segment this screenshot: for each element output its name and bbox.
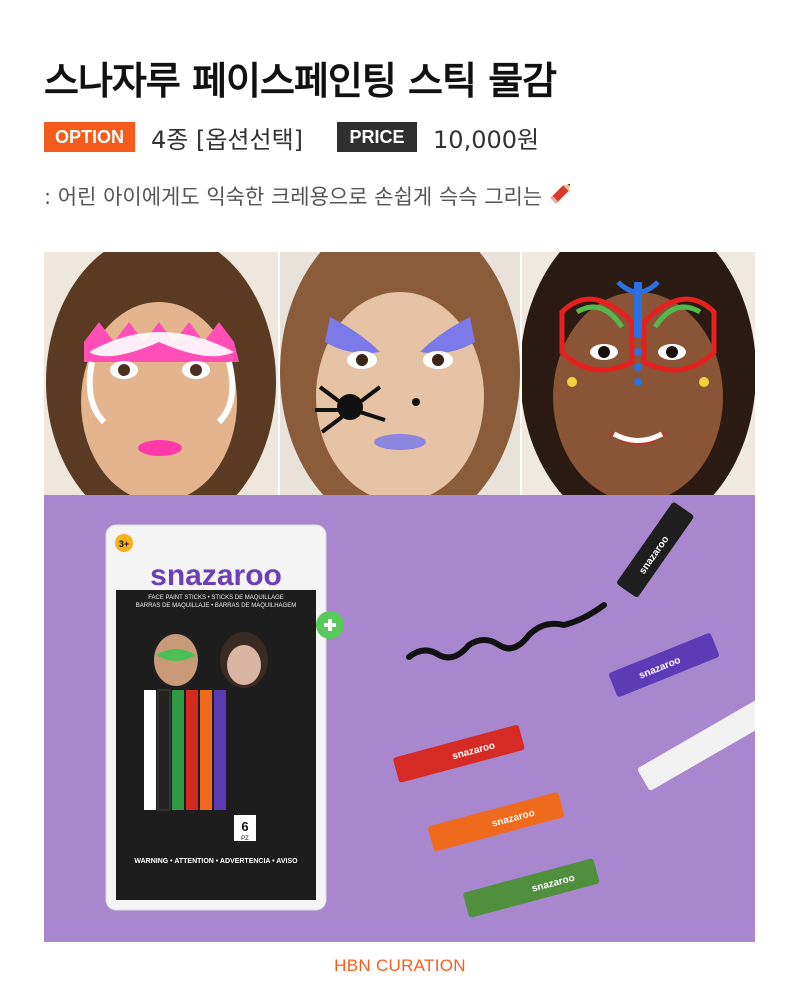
spider-face-photo (280, 252, 520, 495)
meta-row: OPTION 4종 [옵션선택] PRICE 10,000원 (44, 118, 539, 156)
black-face-stick: snazaroo (617, 502, 694, 597)
princess-face-photo (44, 252, 278, 495)
package-brand: snazaroo (150, 559, 282, 592)
product-package: 3+ snazaroo FACE PAINT STICKS • STICKS D… (105, 524, 327, 911)
pencil-crayon-icon (546, 178, 576, 213)
green-face-stick: snazaroo (463, 858, 600, 918)
package-count: 6 (241, 819, 248, 834)
purple-face-stick: snazaroo (609, 633, 719, 697)
package-subtitle-2: BARRAS DE MAQUILLAJE • BARRAS DE MAQUILH… (136, 603, 296, 609)
plus-circle-icon (316, 611, 344, 639)
face-paint-photos (44, 252, 755, 495)
package-subtitle-1: FACE PAINT STICKS • STICKS DE MAQUILLAGE (148, 595, 284, 601)
product-showcase: 3+ snazaroo FACE PAINT STICKS • STICKS D… (44, 495, 755, 942)
white-face-stick (637, 699, 755, 791)
package-count-unit: PZ (241, 836, 249, 842)
product-title: 스나자루 페이스페인팅 스틱 물감 (44, 59, 557, 103)
option-value: 4종 [옵션선택] (151, 125, 304, 154)
black-scribble (406, 602, 607, 661)
option-badge: OPTION (44, 122, 135, 152)
product-hero-image: 3+ snazaroo FACE PAINT STICKS • STICKS D… (44, 252, 755, 942)
age-badge-text: 3+ (119, 539, 129, 549)
butterfly-face-photo (522, 252, 755, 495)
footer-curation-label: HBN CURATION (334, 956, 466, 975)
package-warning: WARNING • ATTENTION • ADVERTENCIA • AVIS… (134, 858, 298, 865)
orange-face-stick: snazaroo (428, 792, 564, 852)
description-text: : 어린 아이에게도 익숙한 크레용으로 손쉽게 슥슥 그리는 (44, 184, 543, 209)
price-badge: PRICE (337, 122, 418, 152)
product-description: : 어린 아이에게도 익숙한 크레용으로 손쉽게 슥슥 그리는 (44, 178, 576, 213)
price-value: 10,000원 (433, 125, 540, 154)
red-face-stick: snazaroo (393, 724, 525, 783)
